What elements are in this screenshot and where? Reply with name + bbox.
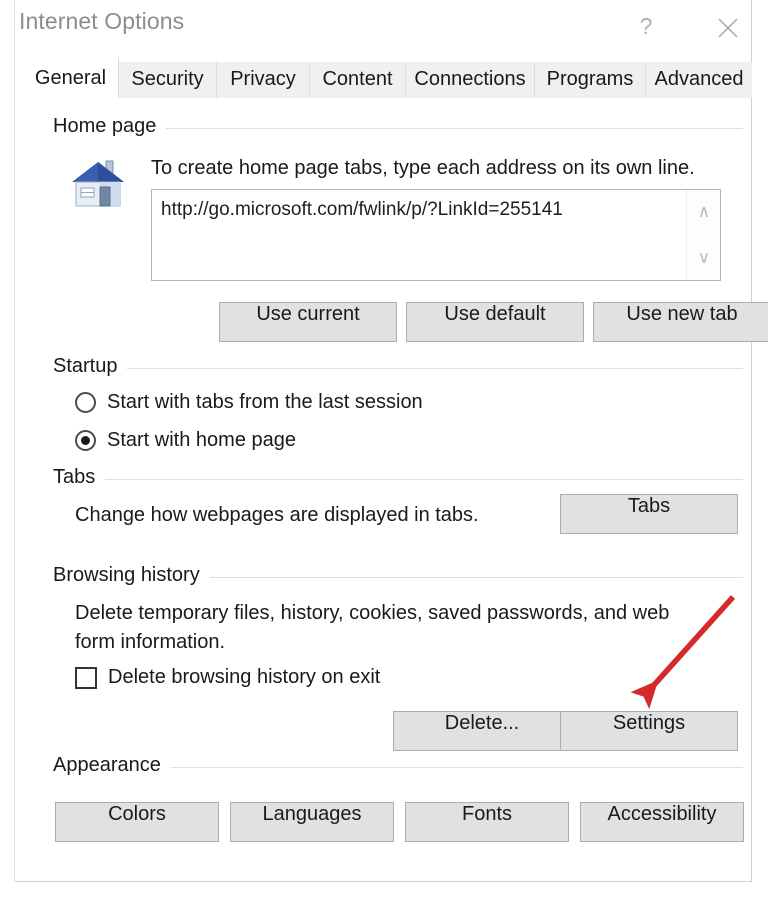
group-rule <box>127 367 743 369</box>
home-page-url-value: http://go.microsoft.com/fwlink/p/?LinkId… <box>161 199 563 220</box>
internet-options-dialog: Internet Options ? General Security Priv… <box>14 0 768 882</box>
group-rule <box>166 127 743 129</box>
radio-label: Start with home page <box>107 429 296 451</box>
use-default-button[interactable]: Use default <box>406 302 584 342</box>
browsing-history-description-line2: form information. <box>75 631 226 653</box>
tabs-description: Change how webpages are displayed in tab… <box>75 504 479 526</box>
group-header-appearance: Appearance <box>53 754 743 777</box>
url-scrollbar[interactable]: ∧ ∨ <box>686 190 720 280</box>
fonts-button[interactable]: Fonts <box>405 802 569 842</box>
use-current-button[interactable]: Use current <box>219 302 397 342</box>
radio-start-with-home-page[interactable]: Start with home page <box>75 429 296 452</box>
group-header-home-page: Home page <box>53 115 743 138</box>
tabs-button[interactable]: Tabs <box>560 494 738 534</box>
tab-connections[interactable]: Connections <box>406 62 535 98</box>
radio-button-icon[interactable] <box>75 392 96 413</box>
radio-start-with-tabs[interactable]: Start with tabs from the last session <box>75 391 423 414</box>
tab-general[interactable]: General <box>23 58 119 98</box>
group-rule <box>105 478 743 480</box>
tab-privacy[interactable]: Privacy <box>217 62 310 98</box>
settings-button[interactable]: Settings <box>560 711 738 751</box>
tab-content[interactable]: Content <box>310 62 406 98</box>
browsing-history-description-line1: Delete temporary files, history, cookies… <box>75 602 670 624</box>
group-rule <box>170 766 743 768</box>
close-icon[interactable] <box>705 6 751 46</box>
colors-button[interactable]: Colors <box>55 802 219 842</box>
checkbox-delete-browsing-history-on-exit[interactable]: Delete browsing history on exit <box>75 666 380 689</box>
tab-security[interactable]: Security <box>119 62 217 98</box>
chevron-down-icon[interactable]: ∨ <box>687 243 721 273</box>
group-title-browsing-history: Browsing history <box>53 564 200 586</box>
house-icon <box>67 152 129 214</box>
radio-button-icon[interactable] <box>75 430 96 451</box>
languages-button[interactable]: Languages <box>230 802 394 842</box>
group-header-browsing-history: Browsing history <box>53 564 743 587</box>
group-title-tabs: Tabs <box>53 466 96 488</box>
delete-button[interactable]: Delete... <box>393 711 571 751</box>
checkbox-icon[interactable] <box>75 666 97 689</box>
help-icon[interactable]: ? <box>623 6 669 46</box>
use-new-tab-button[interactable]: Use new tab <box>593 302 768 342</box>
home-page-description: To create home page tabs, type each addr… <box>151 157 695 179</box>
radio-label: Start with tabs from the last session <box>107 391 423 413</box>
window-title: Internet Options <box>19 8 185 34</box>
tab-strip: General Security Privacy Content Connect… <box>15 58 752 98</box>
title-bar: Internet Options ? <box>15 0 751 58</box>
tab-panel-general: Home page To create home page tabs, type… <box>23 98 768 880</box>
group-title-home-page: Home page <box>53 115 157 137</box>
home-page-url-textarea[interactable]: http://go.microsoft.com/fwlink/p/?LinkId… <box>151 189 721 281</box>
group-title-startup: Startup <box>53 355 118 377</box>
accessibility-button[interactable]: Accessibility <box>580 802 744 842</box>
checkbox-label: Delete browsing history on exit <box>108 666 381 688</box>
group-header-startup: Startup <box>53 355 743 378</box>
tab-programs[interactable]: Programs <box>535 62 646 98</box>
chevron-up-icon[interactable]: ∧ <box>687 197 721 227</box>
group-title-appearance: Appearance <box>53 754 161 776</box>
group-header-tabs: Tabs <box>53 466 743 489</box>
group-rule <box>209 576 743 578</box>
tab-advanced[interactable]: Advanced <box>646 62 752 98</box>
